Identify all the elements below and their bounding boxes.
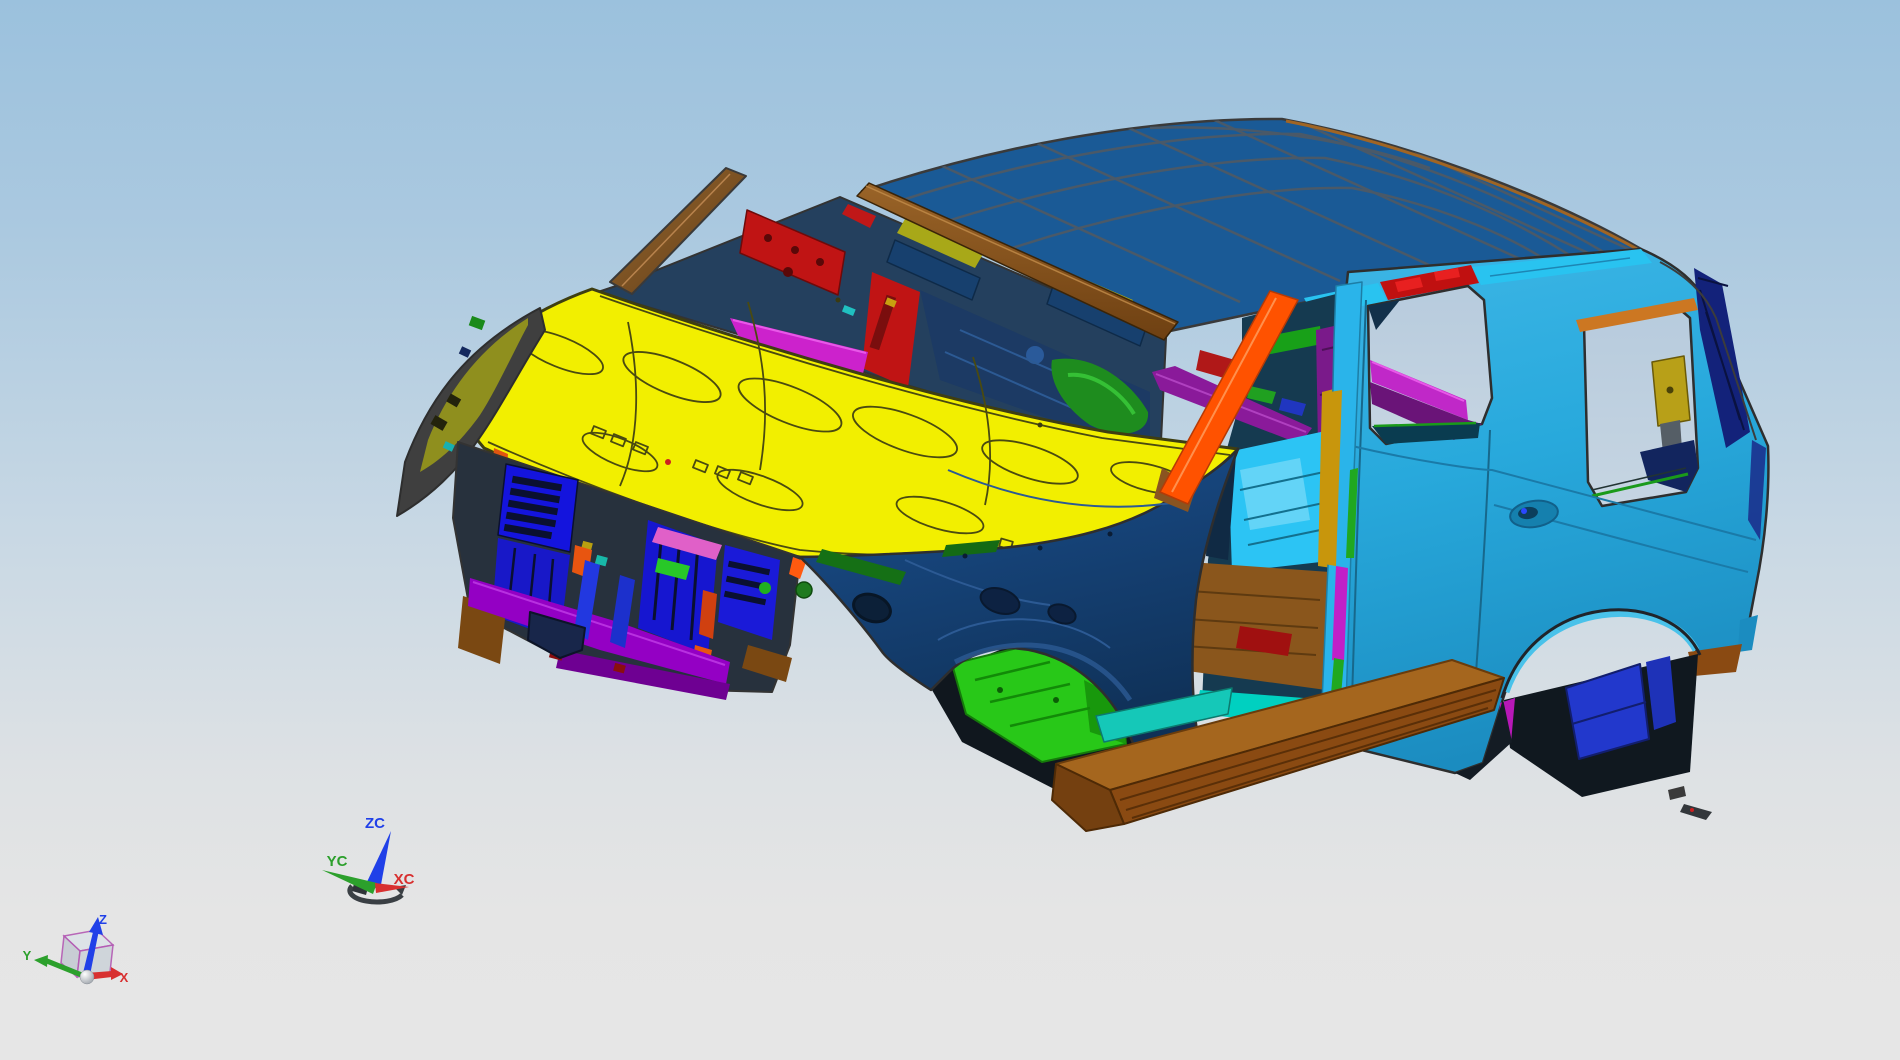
wcs-y-label: YC	[327, 853, 348, 870]
wcs-z-label: ZC	[365, 815, 385, 832]
wcs-triad[interactable]: ZC YC XC	[322, 815, 415, 905]
rear-door-window[interactable]	[1366, 284, 1494, 446]
wcs-x-label: XC	[394, 871, 415, 888]
absolute-csys-indicator: Z Y X	[23, 912, 129, 985]
quarter-window[interactable]	[1576, 298, 1700, 508]
viewport-canvas[interactable]: ZC YC XC Z Y X	[0, 0, 1900, 1060]
abs-y-label: Y	[23, 948, 32, 963]
abs-z-label: Z	[99, 912, 107, 927]
abs-x-label: X	[120, 970, 129, 985]
wcs-z-axis[interactable]	[366, 831, 391, 890]
graphics-window[interactable]: ZC YC XC Z Y X	[0, 0, 1900, 1060]
abs-origin-sphere	[79, 969, 95, 985]
car-model[interactable]	[396, 117, 1770, 832]
detached-small-parts[interactable]	[1668, 786, 1712, 820]
